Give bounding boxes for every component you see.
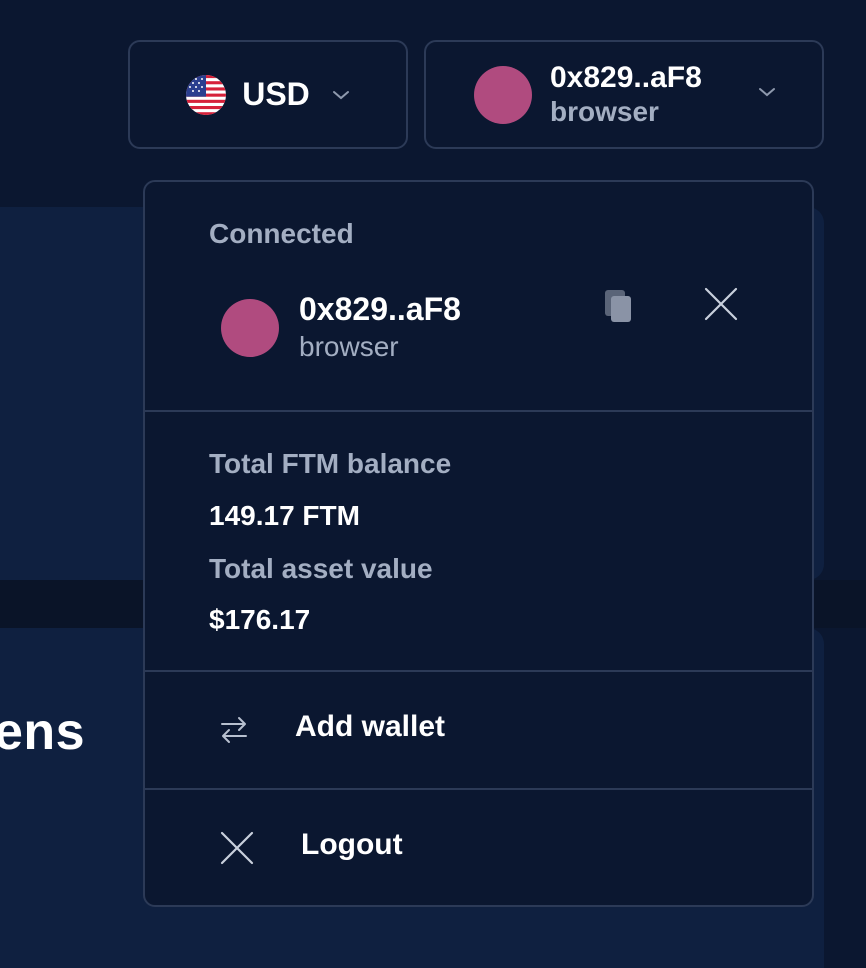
asset-value-label: Total asset value — [209, 553, 433, 584]
background-heading-fragment: ens — [0, 703, 86, 761]
chevron-down-icon — [758, 86, 776, 98]
close-icon[interactable] — [701, 284, 741, 324]
ftm-balance-value: 149.17 FTM — [209, 500, 360, 531]
add-wallet-label: Add wallet — [295, 710, 446, 743]
wallet-address: 0x829..aF8 — [550, 60, 702, 94]
account-dropdown: Connected 0x829..aF8 browser Total FTM b… — [143, 180, 814, 907]
currency-label: USD — [242, 76, 310, 112]
account-type: browser — [299, 331, 399, 362]
logout-button[interactable]: Logout — [145, 790, 812, 905]
close-icon — [219, 830, 255, 866]
wallet-type: browser — [550, 95, 659, 127]
divider — [145, 410, 812, 412]
account-avatar — [221, 299, 279, 357]
wallet-info: 0x829..aF8 browser — [550, 61, 702, 129]
account-address: 0x829..aF8 — [299, 291, 461, 327]
connected-account: 0x829..aF8 browser — [221, 290, 461, 366]
ftm-balance-label: Total FTM balance — [209, 448, 452, 479]
swap-arrows-icon — [219, 712, 249, 748]
wallet-selector[interactable]: 0x829..aF8 browser — [424, 40, 824, 149]
add-wallet-button[interactable]: Add wallet — [145, 672, 812, 788]
chevron-down-icon — [332, 89, 350, 101]
us-flag-icon — [186, 74, 227, 115]
asset-value: $176.17 — [209, 604, 311, 635]
wallet-avatar — [474, 65, 532, 124]
connected-label: Connected — [209, 218, 354, 249]
currency-selector[interactable]: USD — [128, 40, 408, 149]
account-info: 0x829..aF8 browser — [299, 290, 461, 366]
copy-icon[interactable] — [597, 282, 637, 326]
logout-label: Logout — [301, 828, 403, 861]
